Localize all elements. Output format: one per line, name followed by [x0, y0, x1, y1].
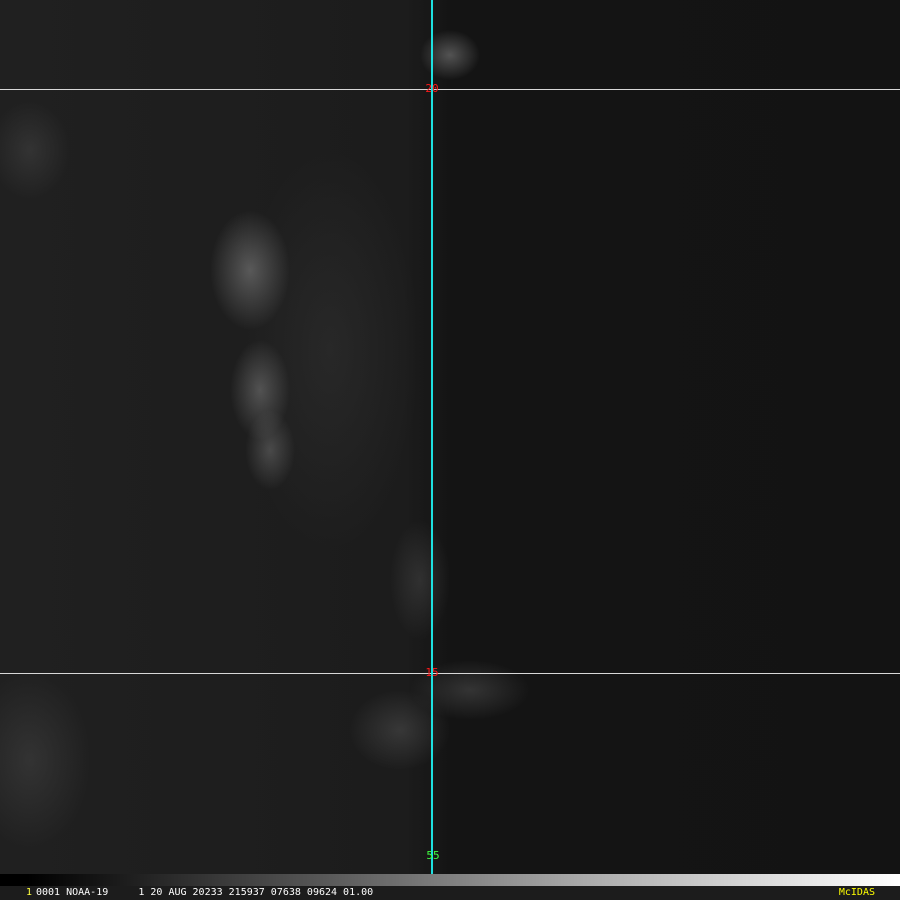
info-bar: 1 0001 NOAA-19 1 20 AUG 20233 215937 076…	[0, 886, 900, 900]
image-metadata: 0001 NOAA-19 1 20 AUG 20233 215937 07638…	[36, 887, 374, 898]
satellite-display: 20 15 55 1 0001 NOAA-19 1 20 AUG 20233 2…	[0, 0, 900, 900]
latitude-label-20: 20	[425, 82, 439, 95]
latitude-line-15	[0, 673, 900, 674]
longitude-label-55: 55	[426, 849, 440, 862]
latitude-line-20	[0, 89, 900, 90]
mcidas-brand: McIDAS	[838, 887, 875, 898]
frame-number: 1	[26, 887, 33, 898]
longitude-line-55	[431, 0, 433, 874]
latitude-label-15: 15	[425, 666, 439, 679]
grayscale-colorbar	[0, 874, 900, 886]
satellite-imagery	[0, 0, 900, 874]
